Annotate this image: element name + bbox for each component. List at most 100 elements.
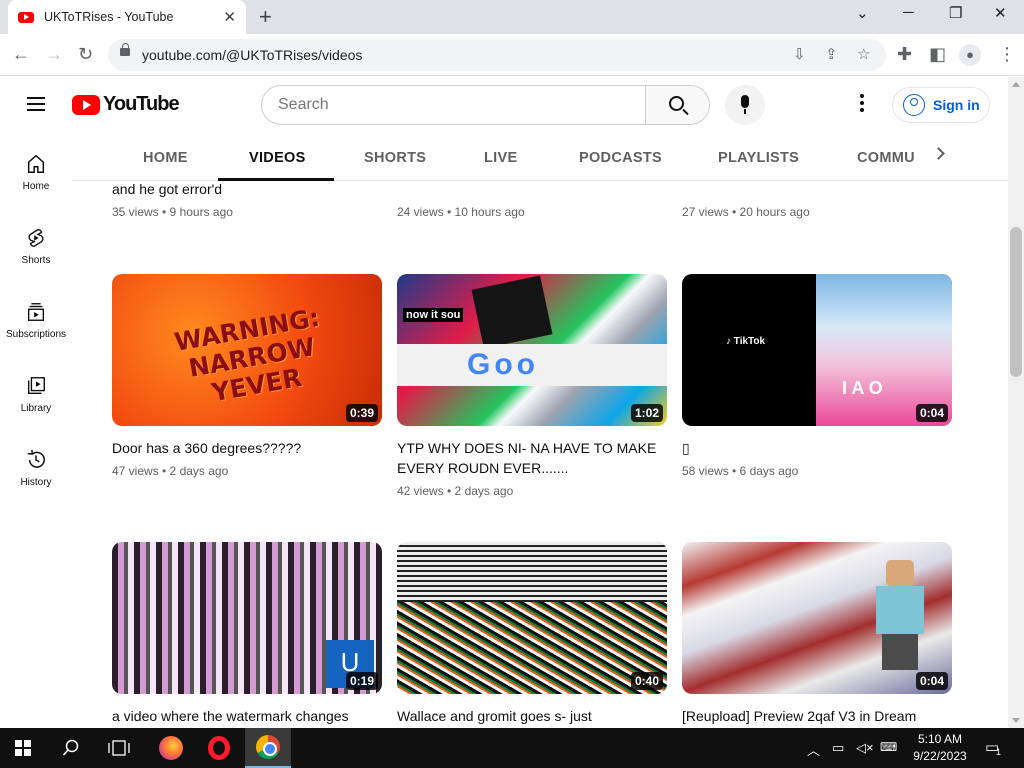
video-card[interactable]: 0:40 Wallace and gromit goes s- just <box>397 542 667 726</box>
install-app-icon[interactable]: ⇩ <box>793 45 806 63</box>
video-title[interactable] <box>397 181 667 199</box>
video-card[interactable]: 24 views • 10 hours ago <box>397 181 667 219</box>
reload-icon[interactable]: ↻ <box>78 43 93 65</box>
guide-item-library[interactable]: Library <box>0 375 72 449</box>
task-view-button[interactable] <box>96 728 142 768</box>
video-card[interactable]: 0:04 [Reupload] Preview 2qaf V3 in Dream <box>682 542 952 726</box>
new-tab-button[interactable]: + <box>259 4 272 30</box>
chrome-menu-icon[interactable]: ⋮ <box>998 43 1016 65</box>
video-thumbnail[interactable]: 0:04 <box>682 542 952 694</box>
video-meta: 58 views • 6 days ago <box>682 464 799 478</box>
tab-home[interactable]: HOME <box>143 150 188 166</box>
duration-badge: 1:02 <box>630 404 663 422</box>
guide-item-subscriptions[interactable]: Subscriptions <box>0 301 72 375</box>
video-title[interactable]: [Reupload] Preview 2qaf V3 in Dream <box>682 706 952 726</box>
taskbar-clock[interactable]: 5:10 AM 9/22/2023 <box>910 731 970 765</box>
video-title[interactable]: Wallace and gromit goes s- just <box>397 706 667 726</box>
video-meta: 24 views • 10 hours ago <box>397 205 525 219</box>
close-tab-icon[interactable]: ✕ <box>223 8 236 26</box>
video-thumbnail[interactable]: now it sou Goo 1:02 <box>397 274 667 426</box>
maximize-button[interactable]: ❐ <box>949 4 962 22</box>
share-icon[interactable]: ⇪ <box>825 45 838 63</box>
youtube-play-logo-icon <box>72 94 100 115</box>
tab-search-icon[interactable]: ⌄ <box>856 4 869 22</box>
taskbar-search-button[interactable] <box>48 728 94 768</box>
video-title[interactable]: YTP WHY DOES NI- NA HAVE TO MAKE EVERY R… <box>397 438 667 478</box>
video-thumbnail[interactable]: WARNING: NARROW YEVER 0:39 <box>112 274 382 426</box>
network-icon[interactable]: ▭ <box>832 740 844 756</box>
video-thumbnail[interactable]: 0:40 <box>397 542 667 694</box>
video-card[interactable]: and he got error'd 35 views • 9 hours ag… <box>112 181 382 219</box>
extensions-puzzle-icon[interactable]: ✚ <box>897 43 912 65</box>
youtube-masthead: YouTube Sign in <box>0 77 1008 133</box>
volume-muted-icon[interactable]: ◁× <box>856 740 874 756</box>
side-panel-icon[interactable]: ◧ <box>929 43 946 65</box>
tab-videos[interactable]: VIDEOS <box>249 150 306 166</box>
guide-label-shorts: Shorts <box>21 255 51 266</box>
library-icon <box>27 377 45 395</box>
back-arrow-icon[interactable]: ← <box>12 43 30 65</box>
search-input[interactable] <box>262 86 647 124</box>
taskbar-firefox[interactable] <box>148 728 194 768</box>
chrome-icon <box>256 735 280 759</box>
video-card[interactable]: ♪ TikTok I A O 0:04 ▯ 58 views • 6 days … <box>682 274 952 478</box>
scroll-up-arrow-icon[interactable] <box>1012 82 1020 87</box>
video-thumbnail[interactable]: ♪ TikTok I A O 0:04 <box>682 274 952 426</box>
video-title[interactable]: ▯ <box>682 438 952 458</box>
settings-menu-icon[interactable] <box>860 94 864 115</box>
thumbnail-logo: Goo <box>467 348 539 381</box>
video-grid: and he got error'd 35 views • 9 hours ag… <box>72 181 1008 728</box>
tab-community[interactable]: COMMU <box>857 150 915 166</box>
guide-menu-icon[interactable] <box>27 97 45 111</box>
guide-item-shorts[interactable]: Shorts <box>0 227 72 301</box>
tab-live[interactable]: LIVE <box>484 150 517 166</box>
thumbnail-shape <box>471 275 553 349</box>
bookmark-star-icon[interactable]: ☆ <box>857 45 870 63</box>
home-icon <box>27 154 45 173</box>
thumbnail-text: now it sou <box>403 308 464 322</box>
video-title[interactable]: a video where the watermark changes <box>112 706 382 726</box>
youtube-logo[interactable]: YouTube <box>72 93 180 116</box>
video-title[interactable]: and he got error'd <box>112 181 382 199</box>
search-box <box>261 85 710 125</box>
taskbar-chrome[interactable] <box>245 728 291 768</box>
guide-label-library: Library <box>20 403 52 414</box>
avatar-head <box>886 560 914 586</box>
tab-podcasts[interactable]: PODCASTS <box>579 150 662 166</box>
video-card[interactable]: U 0:19 a video where the watermark chang… <box>112 542 382 726</box>
guide-item-history[interactable]: History <box>0 449 72 523</box>
guide-label-home: Home <box>22 181 50 192</box>
guide-label-subscriptions: Subscriptions <box>5 329 67 340</box>
address-bar[interactable]: youtube.com/@UKToTRises/videos ⇩ ⇪ ☆ <box>108 39 886 71</box>
tab-shorts[interactable]: SHORTS <box>364 150 426 166</box>
video-title[interactable] <box>682 181 952 199</box>
tab-playlists[interactable]: PLAYLISTS <box>718 150 799 166</box>
avatar-torso <box>876 586 924 634</box>
sign-in-button[interactable]: Sign in <box>892 87 990 123</box>
duration-badge: 0:19 <box>345 672 378 690</box>
video-thumbnail[interactable]: U 0:19 <box>112 542 382 694</box>
video-title[interactable]: Door has a 360 degrees????? <box>112 438 382 458</box>
voice-search-button[interactable] <box>725 85 765 125</box>
video-card[interactable]: now it sou Goo 1:02 YTP WHY DOES NI- NA … <box>397 274 667 498</box>
video-card[interactable]: 27 views • 20 hours ago <box>682 181 952 219</box>
taskbar-opera[interactable] <box>196 728 242 768</box>
chevron-right-icon[interactable] <box>932 147 945 160</box>
keyboard-icon[interactable]: ⌨ <box>880 740 897 754</box>
guide-item-home[interactable]: Home <box>0 153 72 227</box>
scroll-down-arrow-icon[interactable] <box>1012 718 1020 723</box>
close-window-button[interactable]: ✕ <box>994 4 1007 22</box>
minimize-button[interactable]: ─ <box>903 4 914 21</box>
thumbnail-text: I A O <box>842 378 883 398</box>
search-button[interactable] <box>645 86 709 124</box>
start-button[interactable] <box>0 728 46 768</box>
profile-avatar-icon[interactable]: ● <box>959 44 981 66</box>
video-meta: 35 views • 9 hours ago <box>112 205 233 219</box>
scrollbar-thumb[interactable] <box>1010 227 1022 377</box>
forward-arrow-icon[interactable]: → <box>45 43 63 65</box>
page-scrollbar[interactable] <box>1008 77 1024 728</box>
video-card[interactable]: WARNING: NARROW YEVER 0:39 Door has a 36… <box>112 274 382 478</box>
browser-tab[interactable]: UKToTRises - YouTube ✕ <box>8 0 246 34</box>
show-hidden-icons-icon[interactable]: ︿ <box>807 740 820 759</box>
duration-badge: 0:04 <box>915 672 948 690</box>
